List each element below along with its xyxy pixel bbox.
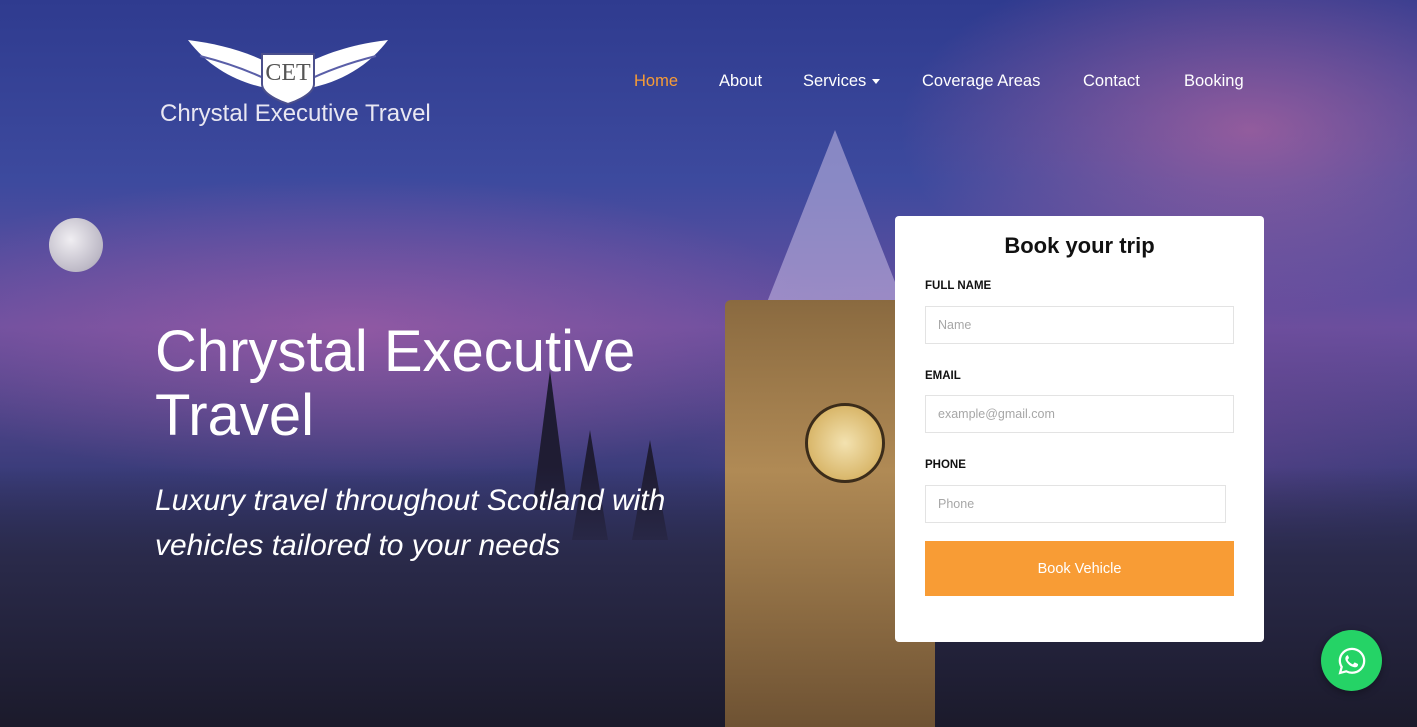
hero-title: Chrystal Executive Travel — [155, 319, 636, 448]
logo-text: Chrystal Executive Travel — [160, 100, 431, 127]
email-input[interactable] — [925, 395, 1234, 433]
nav-contact[interactable]: Contact — [1083, 72, 1140, 91]
nav-booking[interactable]: Booking — [1184, 72, 1244, 91]
book-vehicle-button[interactable]: Book Vehicle — [925, 541, 1234, 596]
moon-image — [49, 218, 103, 272]
whatsapp-icon — [1338, 647, 1365, 674]
email-label: EMAIL — [925, 370, 961, 382]
booking-card: Book your trip FULL NAME EMAIL PHONE Boo… — [895, 216, 1264, 642]
full-name-input[interactable] — [925, 306, 1234, 344]
whatsapp-button[interactable] — [1321, 630, 1382, 691]
phone-label: PHONE — [925, 459, 966, 471]
chevron-down-icon — [872, 79, 881, 85]
booking-title: Book your trip — [1004, 233, 1155, 258]
clock-face — [805, 403, 885, 483]
nav-services-label: Services — [803, 72, 867, 90]
full-name-label: FULL NAME — [925, 280, 992, 292]
nav-about[interactable]: About — [719, 72, 762, 91]
site-logo[interactable]: CET Chrystal Executive Travel — [160, 38, 431, 133]
wings-emblem-icon: CET — [188, 40, 388, 106]
nav-coverage-areas[interactable]: Coverage Areas — [922, 72, 1040, 91]
svg-text:CET: CET — [265, 60, 311, 86]
hero-subtitle: Luxury travel throughout Scotland with v… — [155, 484, 666, 562]
nav-services[interactable]: Services — [803, 72, 881, 91]
nav-home[interactable]: Home — [634, 72, 678, 91]
tower-spire — [760, 130, 910, 320]
phone-input[interactable] — [925, 485, 1226, 523]
